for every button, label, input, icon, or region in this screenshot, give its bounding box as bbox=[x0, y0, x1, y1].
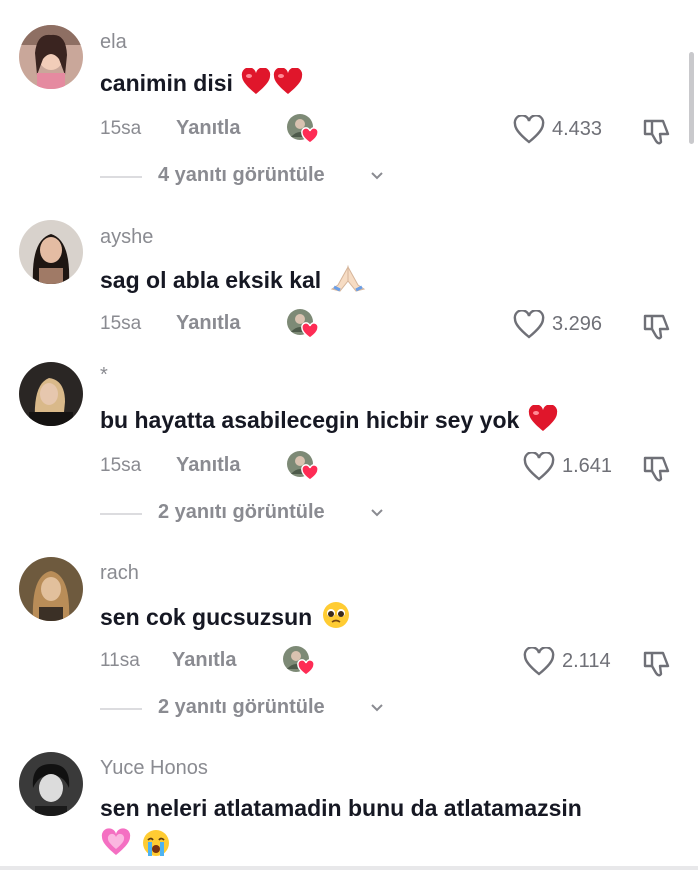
avatar[interactable] bbox=[19, 25, 83, 89]
comment-username[interactable]: * bbox=[100, 364, 108, 387]
comment-actions: 15sa Yanıtla 3.296 bbox=[0, 308, 698, 342]
comment-text: canimin disi bbox=[100, 67, 303, 102]
comment-time: 15sa bbox=[100, 118, 142, 139]
comment-text: sen cok gucsuzsun bbox=[100, 600, 351, 636]
red-heart-emoji bbox=[241, 67, 271, 102]
view-replies: 2 yanıtı görüntüle bbox=[0, 694, 698, 724]
divider-line bbox=[100, 513, 142, 515]
chevron-down-icon bbox=[369, 168, 385, 184]
comment-actions: 15sa Yanıtla 4.433 bbox=[0, 113, 698, 147]
view-replies-button[interactable]: 2 yanıtı görüntüle bbox=[158, 696, 325, 719]
comment-text: bu hayatta asabilecegin hicbir sey yok bbox=[100, 404, 558, 439]
chevron-down-icon bbox=[369, 700, 385, 716]
pleading-face-emoji bbox=[321, 600, 351, 636]
avatar[interactable] bbox=[19, 752, 83, 816]
creator-liked-icon bbox=[286, 450, 319, 482]
comment-time: 15sa bbox=[100, 313, 142, 334]
comment-username[interactable]: Yuce Honos bbox=[100, 757, 208, 780]
comment-text-content: sen cok gucsuzsun bbox=[100, 604, 313, 630]
comment-actions: 15sa Yanıtla 1.641 bbox=[0, 450, 698, 484]
comment-username[interactable]: ayshe bbox=[100, 226, 153, 249]
like-count: 3.296 bbox=[552, 313, 603, 335]
chevron-down-icon bbox=[369, 505, 385, 521]
divider-line bbox=[100, 708, 142, 710]
comment-text-content: bu hayatta asabilecegin hicbir sey yok bbox=[100, 407, 520, 433]
like-count: 4.433 bbox=[552, 118, 603, 140]
divider-line bbox=[100, 176, 142, 178]
reply-button[interactable]: Yanıtla bbox=[176, 312, 240, 335]
pink-heart-emoji bbox=[100, 828, 132, 864]
bottom-divider bbox=[0, 866, 698, 870]
creator-liked-icon bbox=[286, 113, 319, 145]
creator-liked-icon bbox=[286, 308, 319, 340]
comment-time: 15sa bbox=[100, 455, 142, 476]
reply-button[interactable]: Yanıtla bbox=[176, 117, 240, 140]
comment-time: 11sa bbox=[100, 650, 140, 671]
reply-button[interactable]: Yanıtla bbox=[172, 649, 236, 672]
creator-liked-icon bbox=[282, 645, 315, 677]
avatar[interactable] bbox=[19, 220, 83, 284]
heart-outline-icon[interactable] bbox=[522, 646, 556, 677]
comment-username[interactable]: ela bbox=[100, 31, 127, 54]
red-heart-emoji bbox=[528, 404, 558, 439]
view-replies: 2 yanıtı görüntüle bbox=[0, 499, 698, 529]
comment-username[interactable]: rach bbox=[100, 562, 139, 585]
avatar[interactable] bbox=[19, 557, 83, 621]
comment-text: sag ol abla eksik kal bbox=[100, 263, 366, 299]
heart-outline-icon[interactable] bbox=[512, 114, 546, 145]
comment-text: sen neleri atlatamadin bunu da atlatamaz… bbox=[100, 795, 582, 821]
avatar[interactable] bbox=[19, 362, 83, 426]
comment-emoji-line bbox=[100, 828, 172, 864]
comment-text-content: canimin disi bbox=[100, 70, 233, 96]
dislike-icon[interactable] bbox=[640, 310, 674, 342]
heart-outline-icon[interactable] bbox=[522, 451, 556, 482]
comment-text-content: sag ol abla eksik kal bbox=[100, 267, 322, 293]
view-replies: 4 yanıtı görüntüle bbox=[0, 162, 698, 192]
view-replies-button[interactable]: 2 yanıtı görüntüle bbox=[158, 501, 325, 524]
like-count: 2.114 bbox=[562, 650, 611, 672]
view-replies-button[interactable]: 4 yanıtı görüntüle bbox=[158, 164, 325, 187]
like-count: 1.641 bbox=[562, 455, 613, 477]
dislike-icon[interactable] bbox=[640, 452, 674, 484]
praying-hands-emoji bbox=[330, 263, 366, 299]
heart-outline-icon[interactable] bbox=[512, 309, 546, 340]
dislike-icon[interactable] bbox=[640, 647, 674, 679]
crying-face-emoji bbox=[140, 828, 172, 864]
reply-button[interactable]: Yanıtla bbox=[176, 454, 240, 477]
comment-actions: 11sa Yanıtla 2.114 bbox=[0, 645, 698, 679]
red-heart-emoji bbox=[273, 67, 303, 102]
dislike-icon[interactable] bbox=[640, 115, 674, 147]
